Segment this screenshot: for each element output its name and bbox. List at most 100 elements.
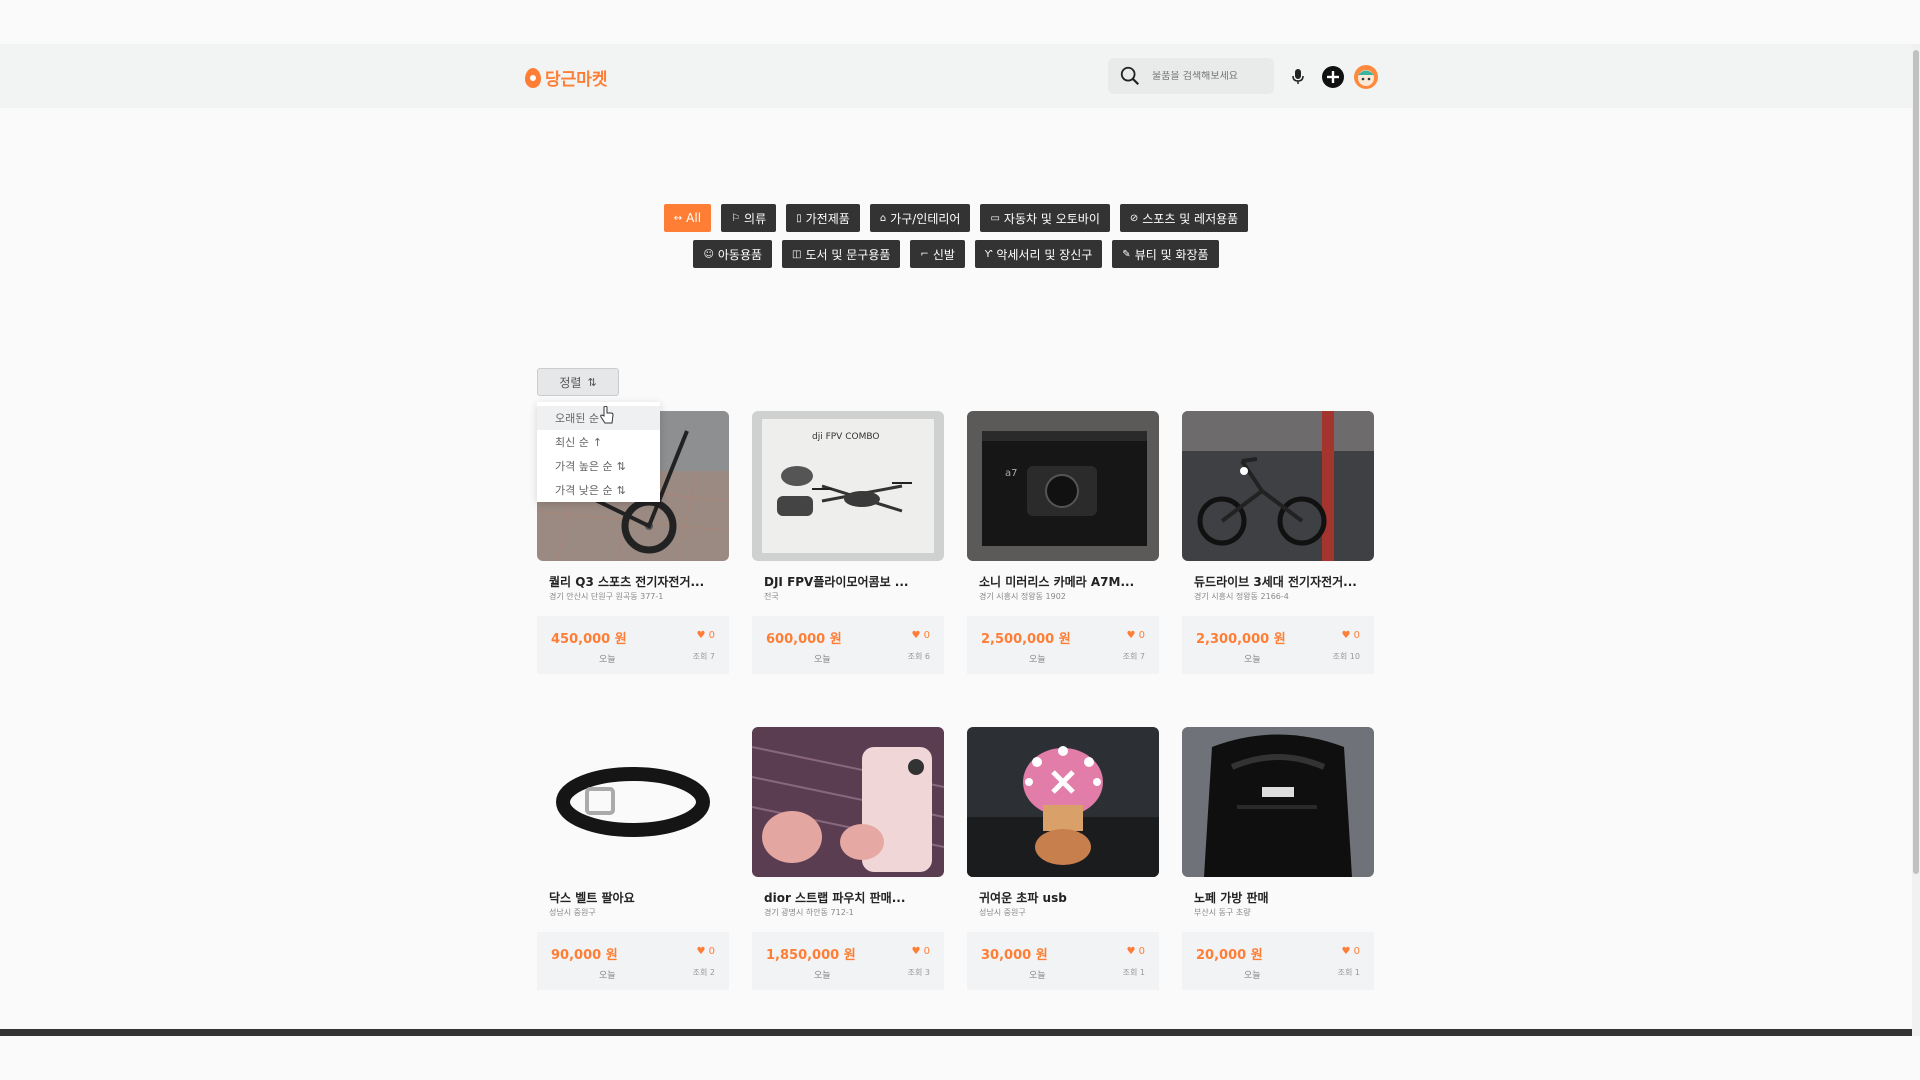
mic-icon[interactable] [1285,64,1311,90]
product-info: 2,300,000 원 ♥ 0 오늘 조회 10 [1182,616,1374,674]
heart-icon: ♥ [696,630,706,641]
category-shoe[interactable]: ⌐ 신발 [910,240,965,268]
product-card[interactable]: dji FPV COMBO DJI FPV플라이모어콤보 ... 전국 600,000… [752,411,944,674]
category-label: 도서 및 문구용품 [805,247,891,262]
product-views: 조회 3 [907,968,930,977]
product-image[interactable] [967,727,1159,877]
ball-icon: ⊘ [1129,212,1139,224]
sort-option-price-low[interactable]: 가격 낮은 순 ⇅ [537,478,660,502]
product-image[interactable]: dji FPV COMBO [752,411,944,561]
category-label: 스포츠 및 레저용품 [1142,211,1239,226]
product-image[interactable] [1182,411,1374,561]
product-title[interactable]: 소니 미러리스 카메라 A7M... [967,575,1159,589]
sort-arrows-icon: ⇅ [587,375,597,389]
category-accessory[interactable]: Ƴ 악세서리 및 장신구 [974,240,1103,268]
product-card[interactable]: 듀드라이브 3세대 전기자전거... 경기 시흥시 정왕동 2166-4 2,300… [1182,411,1374,674]
product-info: 90,000 원 ♥ 0 오늘 조회 2 [537,932,729,990]
product-title[interactable]: 노페 가방 판매 [1182,891,1374,905]
category-label: 의류 [744,211,767,226]
sort-option-oldest[interactable]: 오래된 순↓ [537,406,660,430]
product-title[interactable]: 귀여운 초파 usb [967,891,1159,905]
category-baby[interactable]: ☺ 아동용품 [693,240,773,268]
clothes-icon: ⚐ [731,212,741,224]
product-price: 30,000 원 [981,948,1048,963]
category-label: 자동차 및 오토바이 [1003,211,1100,226]
sort-option-price-high[interactable]: 가격 높은 순 ⇅ [537,454,660,478]
product-location: 성남시 중원구 [549,908,596,917]
product-title[interactable]: 닥스 벨트 팔아요 [537,891,729,905]
product-card[interactable]: 닥스 벨트 팔아요 성남시 중원구 90,000 원 ♥ 0 오늘 조회 2 [537,727,729,990]
product-card[interactable]: 귀여운 초파 usb 성남시 중원구 30,000 원 ♥ 0 오늘 조회 1 [967,727,1159,990]
likes-count: ♥ 0 [911,630,930,641]
book-icon: ◫ [792,248,802,260]
svg-text:a7: a7 [1005,468,1018,479]
avatar[interactable] [1353,64,1379,90]
heart-icon: ♥ [1341,630,1351,641]
product-views: 조회 7 [692,652,715,661]
product-title[interactable]: 퀄리 Q3 스포츠 전기자전거... [537,575,729,589]
category-all[interactable]: ↔ All [663,204,712,232]
product-location: 부산시 동구 초량 [1194,908,1251,917]
product-title[interactable]: DJI FPV플라이모어콤보 ... [752,575,944,589]
home-icon: ⌂ [879,212,887,224]
product-views: 조회 10 [1332,652,1360,661]
category-label: 신발 [932,247,955,262]
category-brush[interactable]: ✎ 뷰티 및 화장품 [1112,240,1219,268]
product-date: 오늘 [1244,655,1261,665]
product-location: 경기 시흥시 정왕동 2166-4 [1194,592,1289,601]
heart-icon: ♥ [1126,946,1136,957]
product-location: 전국 [764,592,779,601]
product-card[interactable]: 노페 가방 판매 부산시 동구 초량 20,000 원 ♥ 0 오늘 조회 1 [1182,727,1374,990]
product-title[interactable]: dior 스트랩 파우치 판매... [752,891,944,905]
product-location: 성남시 중원구 [979,908,1026,917]
pointer-cursor-icon [600,405,614,428]
likes-count: ♥ 0 [696,946,715,957]
all-icon: ↔ [673,212,683,224]
logo-text: 당근마켓 [545,70,608,90]
category-book[interactable]: ◫ 도서 및 문구용품 [782,240,901,268]
category-label: 악세서리 및 장신구 [996,247,1093,262]
category-ball[interactable]: ⊘ 스포츠 및 레저용품 [1119,204,1249,232]
product-image[interactable] [752,727,944,877]
product-info: 450,000 원 ♥ 0 오늘 조회 7 [537,616,729,674]
product-date: 오늘 [1029,655,1046,665]
search-bar[interactable] [1108,58,1274,94]
category-label: 아동용품 [717,247,763,262]
shoe-icon: ⌐ [920,248,929,260]
product-date: 오늘 [814,971,831,981]
product-date: 오늘 [814,655,831,665]
search-icon[interactable] [1108,58,1152,94]
sort-button[interactable]: 정렬 ⇅ [537,368,619,396]
category-home[interactable]: ⌂ 가구/인테리어 [869,204,971,232]
product-location: 경기 시흥시 정왕동 1902 [979,592,1066,601]
sort-dropdown: 오래된 순↓ 최신 순↑ 가격 높은 순⇅ 가격 낮은 순⇅ [537,402,660,502]
category-phone[interactable]: ▯ 가전제품 [786,204,860,232]
category-car[interactable]: ▭ 자동차 및 오토바이 [980,204,1110,232]
likes-count: ♥ 0 [696,630,715,641]
product-card[interactable]: a7 소니 미러리스 카메라 A7M... 경기 시흥시 정왕동 1902 2,500… [967,411,1159,674]
product-price: 2,500,000 원 [981,632,1071,647]
heart-icon: ♥ [911,630,921,641]
top-header: 당근마켓 [0,44,1912,108]
product-info: 30,000 원 ♥ 0 오늘 조회 1 [967,932,1159,990]
product-info: 1,850,000 원 ♥ 0 오늘 조회 3 [752,932,944,990]
likes-count: ♥ 0 [1126,630,1145,641]
phone-icon: ▯ [796,212,802,224]
product-date: 오늘 [599,971,616,981]
product-views: 조회 6 [907,652,930,661]
search-input[interactable] [1152,70,1262,82]
logo[interactable]: 당근마켓 [525,65,608,90]
product-title[interactable]: 듀드라이브 3세대 전기자전거... [1182,575,1374,589]
plus-icon[interactable] [1320,64,1346,90]
accessory-icon: Ƴ [984,248,993,260]
sort-option-newest[interactable]: 최신 순 ↑ [537,430,660,454]
carrot-logo-icon [525,67,541,88]
product-image[interactable] [1182,727,1374,877]
scrollbar-thumb[interactable] [1913,50,1919,874]
product-image[interactable] [537,727,729,877]
product-card[interactable]: dior 스트랩 파우치 판매... 경기 광명시 하안동 712-1 1,850,… [752,727,944,990]
sort-desc-icon: ⇅ [616,459,626,473]
heart-icon: ♥ [1126,630,1136,641]
product-image[interactable]: a7 [967,411,1159,561]
category-clothes[interactable]: ⚐ 의류 [721,204,777,232]
